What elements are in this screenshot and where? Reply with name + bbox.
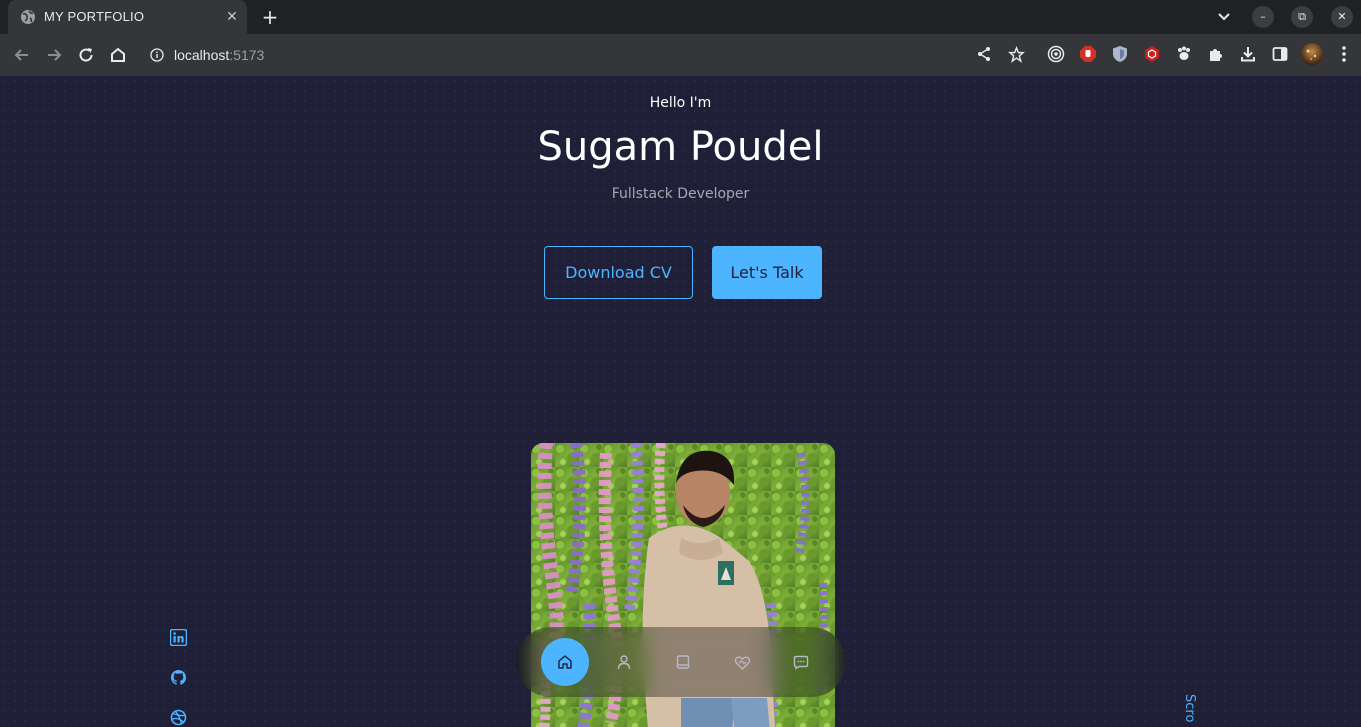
- services-icon: [734, 656, 750, 670]
- share-button[interactable]: [973, 43, 995, 65]
- url-text: localhost:5173: [174, 47, 265, 63]
- browser-tab-bar: MY PORTFOLIO ✕ + – ⧉ ✕: [0, 0, 1361, 34]
- target-icon: [1047, 45, 1065, 63]
- paw-icon: [1178, 46, 1190, 60]
- back-button[interactable]: [10, 43, 34, 67]
- home-icon: [558, 655, 572, 669]
- new-tab-button[interactable]: +: [258, 6, 282, 28]
- close-window-button[interactable]: ✕: [1331, 6, 1353, 28]
- profile-avatar[interactable]: [1301, 43, 1323, 65]
- tab-close-button[interactable]: ✕: [224, 9, 240, 25]
- nav-experience[interactable]: [659, 638, 707, 686]
- browser-toolbar: localhost:5173: [0, 34, 1361, 76]
- puzzle-icon: [1210, 49, 1222, 61]
- extension-shield[interactable]: [1109, 43, 1131, 65]
- scroll-down-link[interactable]: Scro: [1182, 694, 1197, 722]
- role-text: Fullstack Developer: [611, 186, 750, 202]
- extension-red-hex[interactable]: [1141, 43, 1163, 65]
- reload-icon: [79, 48, 93, 62]
- greeting-text: Hello I'm: [649, 95, 712, 111]
- hexagon-icon: [1145, 46, 1159, 62]
- extensions-button[interactable]: [1205, 43, 1227, 65]
- address-bar[interactable]: localhost:5173: [140, 39, 1030, 71]
- avatar-icon: [1301, 43, 1323, 65]
- browser-tab[interactable]: MY PORTFOLIO ✕: [8, 0, 247, 34]
- arrow-left-icon: [14, 49, 28, 61]
- house-icon: [111, 47, 125, 62]
- nav-services[interactable]: [718, 638, 766, 686]
- minimize-button[interactable]: –: [1252, 6, 1274, 28]
- user-icon: [617, 655, 631, 670]
- share-icon: [978, 47, 990, 61]
- floating-nav: [516, 627, 846, 697]
- home-button[interactable]: [106, 43, 130, 67]
- linkedin-icon[interactable]: [169, 628, 188, 647]
- restore-button[interactable]: ⧉: [1291, 6, 1313, 28]
- extension-adblock[interactable]: [1077, 43, 1099, 65]
- portfolio-page: Hello I'm Sugam Poudel Fullstack Develop…: [0, 76, 1361, 727]
- extension-target[interactable]: [1045, 43, 1067, 65]
- shield-icon: [1113, 46, 1127, 62]
- arrow-right-icon: [48, 49, 62, 61]
- side-panel-button[interactable]: [1269, 43, 1291, 65]
- book-icon: [676, 655, 690, 669]
- nav-about[interactable]: [600, 638, 648, 686]
- globe-icon: [21, 10, 35, 24]
- side-panel-icon: [1272, 47, 1288, 61]
- download-icon: [1241, 47, 1255, 62]
- star-icon: [1007, 45, 1025, 63]
- reload-button[interactable]: [74, 43, 98, 67]
- stop-hand-icon: [1080, 46, 1096, 62]
- nav-home[interactable]: [541, 638, 589, 686]
- tab-search-chevron-icon[interactable]: [1214, 7, 1234, 27]
- browser-menu-button[interactable]: [1333, 43, 1355, 65]
- kebab-menu-icon: [1342, 46, 1346, 62]
- lets-talk-button[interactable]: Let's Talk: [712, 246, 822, 299]
- extension-paw[interactable]: [1173, 43, 1195, 65]
- download-cv-button[interactable]: Download CV: [544, 246, 693, 299]
- dribbble-icon[interactable]: [170, 709, 188, 727]
- site-info-icon[interactable]: [150, 48, 164, 62]
- message-icon: [793, 655, 809, 670]
- downloads-button[interactable]: [1237, 43, 1259, 65]
- forward-button[interactable]: [42, 43, 66, 67]
- github-icon[interactable]: [170, 669, 188, 687]
- page-title: Sugam Poudel: [537, 124, 824, 170]
- nav-contact[interactable]: [777, 638, 825, 686]
- tab-title: MY PORTFOLIO: [44, 9, 145, 24]
- bookmark-button[interactable]: [1005, 43, 1027, 65]
